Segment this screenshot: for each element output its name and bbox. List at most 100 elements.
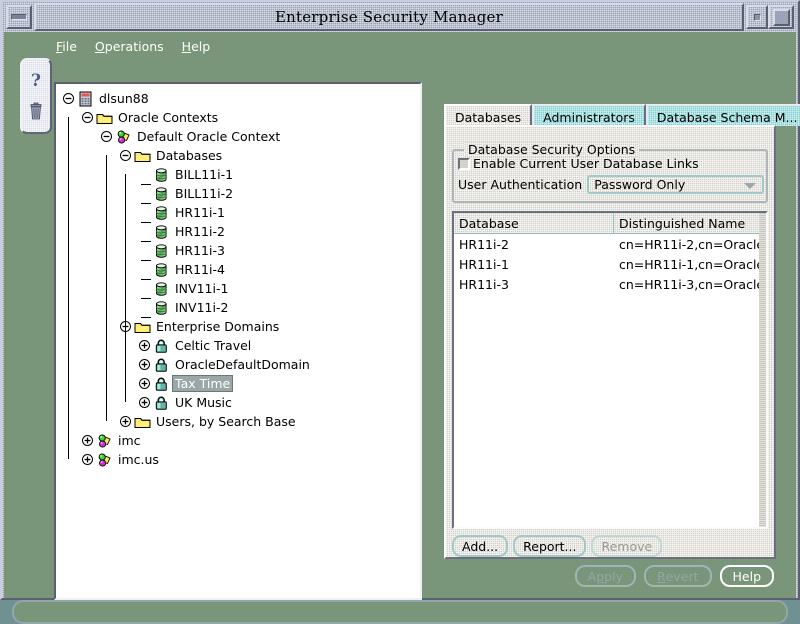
- collapse-handle-icon[interactable]: [62, 92, 75, 105]
- report-button[interactable]: Report...: [513, 535, 586, 557]
- window-menu-icon[interactable]: [6, 5, 32, 29]
- enable-current-user-db-links-checkbox[interactable]: [458, 158, 470, 170]
- databases-table[interactable]: Database Distinguished Name HR11i-2cn=HR…: [452, 211, 768, 529]
- cell-database: HR11i-1: [454, 257, 614, 272]
- tree-node-label: BILL11i-2: [173, 186, 235, 201]
- table-row[interactable]: HR11i-1cn=HR11i-1,cn=OracleCon: [454, 254, 766, 274]
- tree-node[interactable]: dlsun88: [62, 89, 420, 108]
- menu-help[interactable]: Help: [178, 38, 215, 55]
- maximize-icon[interactable]: [768, 5, 794, 29]
- user-authentication-select[interactable]: Password Only: [587, 175, 764, 194]
- collapse-handle-icon[interactable]: [119, 320, 132, 333]
- tree-node-label: imc.us: [116, 452, 161, 467]
- tree-node[interactable]: Celtic Travel: [62, 336, 420, 355]
- expand-handle-icon[interactable]: [119, 415, 132, 428]
- tree-node[interactable]: Enterprise Domains: [62, 317, 420, 336]
- collapse-handle-icon[interactable]: [100, 130, 113, 143]
- expand-handle-icon[interactable]: [81, 453, 94, 466]
- navigation-tree[interactable]: dlsun88 Oracle Contexts Default Oracle Con…: [54, 82, 422, 600]
- tree-node[interactable]: HR11i-1: [62, 203, 420, 222]
- collapse-handle-icon[interactable]: [81, 111, 94, 124]
- table-action-buttons: Add...Report...Remove: [452, 535, 662, 557]
- folder-icon: [134, 319, 151, 335]
- tree-node[interactable]: INV11i-2: [62, 298, 420, 317]
- tree-node[interactable]: Databases: [62, 146, 420, 165]
- tree-node[interactable]: imc.us: [62, 450, 420, 469]
- minimize-icon[interactable]: [746, 5, 768, 29]
- tree-node[interactable]: BILL11i-1: [62, 165, 420, 184]
- window-title: Enterprise Security Manager: [34, 3, 744, 31]
- tree-node[interactable]: HR11i-2: [62, 222, 420, 241]
- help-button[interactable]: Help: [720, 565, 775, 587]
- tree-node-label: Default Oracle Context: [135, 129, 282, 144]
- apply-button: Apply: [575, 565, 636, 587]
- context-icon: [96, 452, 113, 468]
- tree-node-label: dlsun88: [97, 91, 151, 106]
- add-button[interactable]: Add...: [452, 535, 508, 557]
- tree-node[interactable]: HR11i-3: [62, 241, 420, 260]
- expand-handle-icon[interactable]: [81, 434, 94, 447]
- tab-administrators[interactable]: Administrators: [532, 104, 646, 126]
- tree-node-label: HR11i-4: [173, 262, 227, 277]
- lock-icon: [153, 395, 170, 411]
- menu-operations[interactable]: Operations: [91, 38, 168, 55]
- expand-handle-icon[interactable]: [138, 339, 151, 352]
- icon-toolbar: ?: [20, 58, 52, 134]
- table-row[interactable]: HR11i-3cn=HR11i-3,cn=OracleCon: [454, 274, 766, 294]
- maximize-glyph: [773, 9, 790, 26]
- menu-file[interactable]: File: [52, 38, 81, 55]
- database-icon: [153, 281, 170, 297]
- tree-node[interactable]: HR11i-4: [62, 260, 420, 279]
- title-bar: Enterprise Security Manager: [4, 4, 796, 30]
- tab-databases[interactable]: Databases: [444, 104, 532, 126]
- user-authentication-label: User Authentication: [458, 177, 582, 192]
- tab-bar: DatabasesAdministratorsDatabase Schema M…: [444, 104, 800, 126]
- cell-distinguished-name: cn=HR11i-2,cn=OracleCon: [614, 237, 766, 252]
- tree-node[interactable]: Tax Time: [62, 374, 420, 393]
- tree-node-label: Users, by Search Base: [154, 414, 298, 429]
- tree-node[interactable]: Default Oracle Context: [62, 127, 420, 146]
- delete-trash-icon[interactable]: [25, 100, 47, 124]
- tab-database-schema-m[interactable]: Database Schema M...: [646, 104, 800, 126]
- tree-node[interactable]: BILL11i-2: [62, 184, 420, 203]
- tree-node[interactable]: OracleDefaultDomain: [62, 355, 420, 374]
- column-header-database[interactable]: Database: [454, 213, 614, 234]
- database-icon: [153, 205, 170, 221]
- svg-text:?: ?: [31, 71, 41, 90]
- table-vertical-scrollbar[interactable]: [759, 213, 766, 527]
- expand-handle-icon[interactable]: [138, 377, 151, 390]
- tree-node[interactable]: INV11i-1: [62, 279, 420, 298]
- remove-button: Remove: [591, 535, 662, 557]
- table-row[interactable]: HR11i-2cn=HR11i-2,cn=OracleCon: [454, 234, 766, 254]
- tree-node[interactable]: UK Music: [62, 393, 420, 412]
- dialog-buttons: Apply Revert Help: [575, 565, 774, 587]
- tree-node[interactable]: Oracle Contexts: [62, 108, 420, 127]
- tree-node-label: OracleDefaultDomain: [173, 357, 312, 372]
- tree-node-label: HR11i-1: [173, 205, 227, 220]
- tree-node-label: BILL11i-1: [173, 167, 235, 182]
- server-icon: [77, 91, 94, 107]
- expand-handle-icon[interactable]: [138, 358, 151, 371]
- collapse-handle-icon[interactable]: [119, 149, 132, 162]
- tree-node[interactable]: Users, by Search Base: [62, 412, 420, 431]
- database-icon: [153, 186, 170, 202]
- column-header-distinguished-name[interactable]: Distinguished Name: [614, 213, 766, 234]
- lock-icon: [153, 338, 170, 354]
- help-question-icon[interactable]: ?: [25, 68, 47, 92]
- tree-node[interactable]: imc: [62, 431, 420, 450]
- tree-node-label: Databases: [154, 148, 224, 163]
- expand-handle-icon[interactable]: [138, 396, 151, 409]
- cell-database: HR11i-3: [454, 277, 614, 292]
- folder-icon: [134, 414, 151, 430]
- revert-button: Revert: [644, 565, 712, 587]
- database-icon: [153, 224, 170, 240]
- user-authentication-value: Password Only: [594, 177, 685, 192]
- tree-node-label: UK Music: [173, 395, 234, 410]
- group-title: Database Security Options: [464, 142, 639, 157]
- cell-distinguished-name: cn=HR11i-3,cn=OracleCon: [614, 277, 766, 292]
- table-header-row: Database Distinguished Name: [454, 213, 766, 234]
- chevron-down-icon[interactable]: [744, 183, 756, 189]
- tab-panel-databases: Database Security Options Enable Current…: [444, 125, 776, 559]
- enable-current-user-db-links-row[interactable]: Enable Current User Database Links: [458, 156, 699, 171]
- folder-icon: [96, 110, 113, 126]
